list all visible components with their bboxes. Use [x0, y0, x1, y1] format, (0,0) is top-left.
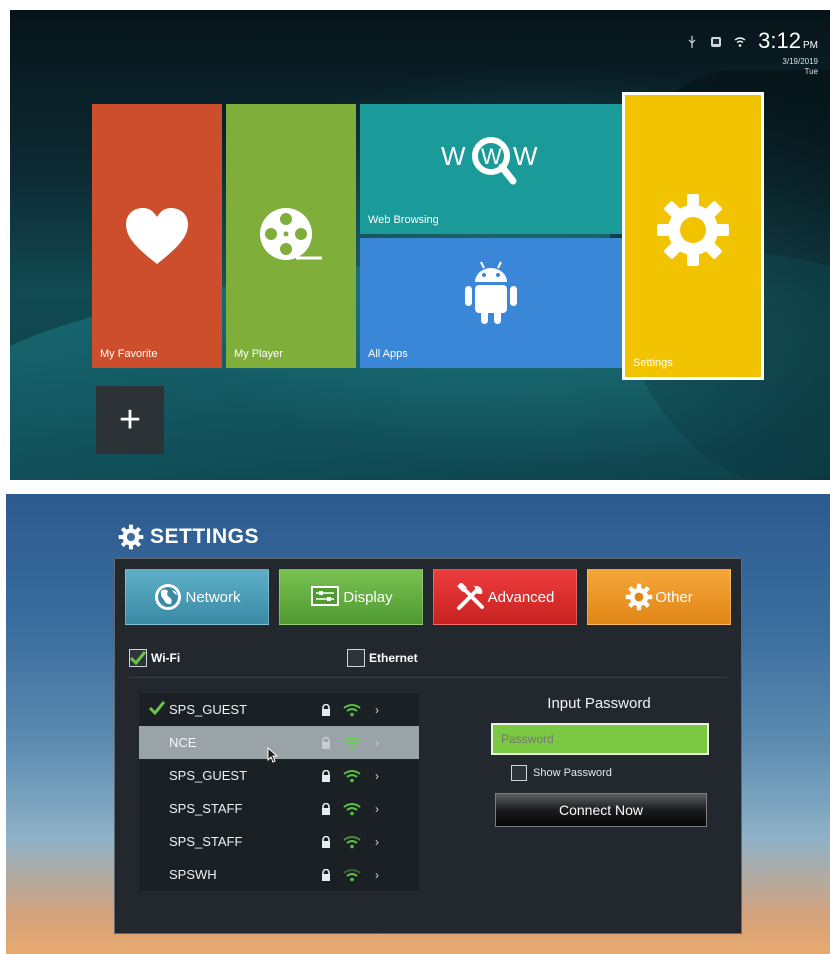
lock-icon: [322, 736, 330, 749]
tab-other[interactable]: Other: [587, 569, 731, 625]
launcher-home-screen: 3:12 PM 3/19/2019 Tue My Favorite My Play…: [10, 10, 830, 480]
lock-icon: [322, 703, 330, 716]
lock-icon: [322, 769, 330, 782]
lock-icon: [322, 802, 330, 815]
svg-text:W: W: [441, 141, 466, 171]
password-title: Input Password: [547, 695, 651, 712]
settings-screen: SETTINGS Network Display Advanced Other …: [6, 494, 830, 954]
www-search-icon: W W W: [441, 136, 538, 185]
wifi-ssid: SPS_STAFF: [169, 834, 243, 849]
tab-label: Other: [655, 588, 693, 606]
wifi-label: Wi-Fi: [151, 651, 181, 665]
svg-text:W: W: [481, 144, 502, 169]
tile-settings[interactable]: Settings: [622, 92, 764, 380]
page-title: SETTINGS: [118, 524, 259, 550]
chevron-right-icon: ›: [375, 801, 379, 816]
tab-network[interactable]: Network: [125, 569, 269, 625]
wifi-checkbox[interactable]: [129, 649, 147, 667]
wifi-network-list: SPS_GUEST › NCE › SPS_GUEST › SPS_STAFF: [139, 693, 419, 891]
status-bar: 3:12 PM 3/19/2019 Tue: [686, 30, 818, 77]
ethernet-toggle[interactable]: Ethernet: [347, 649, 418, 667]
usb-icon: [688, 36, 696, 48]
wifi-ssid: NCE: [169, 735, 197, 750]
wifi-signal-icon: [343, 802, 361, 815]
checkmark-icon: [130, 651, 146, 665]
show-password-label: Show Password: [533, 767, 612, 779]
password-input[interactable]: [491, 723, 709, 755]
tab-advanced[interactable]: Advanced: [433, 569, 577, 625]
mouse-cursor-icon: [267, 747, 279, 763]
gear-icon: [118, 524, 144, 550]
show-password-toggle[interactable]: Show Password: [511, 765, 612, 781]
globe-icon: [155, 584, 182, 610]
tab-display[interactable]: Display: [279, 569, 423, 625]
clock-date: 3/19/2019: [782, 57, 818, 66]
film-reel-icon: [260, 208, 322, 260]
settings-panel: Network Display Advanced Other Wi-Fi Eth…: [114, 558, 742, 934]
settings-title-text: SETTINGS: [150, 525, 260, 548]
wifi-signal-icon: [343, 868, 361, 881]
wifi-network-item[interactable]: SPS_STAFF ›: [139, 825, 419, 858]
wifi-ssid: SPSWH: [169, 867, 217, 882]
chevron-right-icon: ›: [375, 834, 379, 849]
wifi-network-item[interactable]: SPS_GUEST ›: [139, 759, 419, 792]
connect-now-button[interactable]: Connect Now: [495, 793, 707, 827]
wifi-ssid: SPS_GUEST: [169, 702, 248, 717]
chevron-right-icon: ›: [375, 702, 379, 717]
clock-ampm: PM: [803, 40, 818, 51]
chevron-right-icon: ›: [375, 867, 379, 882]
gear-icon: [657, 194, 729, 267]
sd-card-icon: [711, 37, 722, 47]
clock-day: Tue: [804, 67, 819, 76]
tile-label: My Player: [234, 348, 283, 360]
wifi-signal-icon: [343, 736, 361, 749]
tab-label: Advanced: [487, 588, 555, 606]
tile-label: All Apps: [368, 348, 408, 360]
tile-all-apps[interactable]: All Apps: [360, 238, 622, 368]
ethernet-label: Ethernet: [369, 651, 418, 665]
wifi-network-item[interactable]: SPS_GUEST ›: [139, 693, 419, 726]
tile-my-favorite[interactable]: My Favorite: [92, 104, 222, 368]
tab-label: Network: [185, 588, 241, 606]
show-password-checkbox[interactable]: [511, 765, 527, 781]
gear-icon: [625, 583, 653, 611]
wifi-network-item[interactable]: NCE ›: [139, 726, 419, 759]
wifi-signal-icon: [343, 835, 361, 848]
wifi-network-item[interactable]: SPSWH ›: [139, 858, 419, 891]
wifi-icon: [734, 37, 746, 47]
clock-time: 3:12: [758, 28, 801, 53]
lock-icon: [322, 835, 330, 848]
tab-label: Display: [343, 588, 393, 606]
tile-web-browsing[interactable]: W W W Web Browsing: [360, 104, 622, 234]
wifi-signal-icon: [343, 703, 361, 716]
tile-label: Settings: [633, 357, 673, 369]
plus-icon: +: [118, 399, 142, 441]
ethernet-checkbox[interactable]: [347, 649, 365, 667]
svg-text:W: W: [513, 141, 538, 171]
wifi-toggle[interactable]: Wi-Fi: [129, 649, 180, 667]
tile-my-player[interactable]: My Player: [226, 104, 356, 368]
chevron-right-icon: ›: [375, 735, 379, 750]
tile-label: My Favorite: [100, 348, 158, 360]
wifi-ssid: SPS_GUEST: [169, 768, 248, 783]
add-tile-button[interactable]: +: [96, 386, 164, 454]
tools-icon: [456, 583, 484, 610]
clock: 3:12 PM 3/19/2019 Tue: [758, 30, 818, 77]
tile-label: Web Browsing: [368, 214, 439, 226]
chevron-right-icon: ›: [375, 768, 379, 783]
wifi-signal-icon: [343, 769, 361, 782]
settings-tabs: Network Display Advanced Other: [125, 569, 731, 625]
wifi-ssid: SPS_STAFF: [169, 801, 243, 816]
divider: [129, 677, 727, 678]
display-icon: [311, 586, 340, 606]
lock-icon: [322, 868, 330, 881]
heart-icon: [126, 208, 188, 264]
connected-check-icon: [149, 701, 165, 715]
wifi-network-item[interactable]: SPS_STAFF ›: [139, 792, 419, 825]
android-icon: [465, 261, 517, 324]
